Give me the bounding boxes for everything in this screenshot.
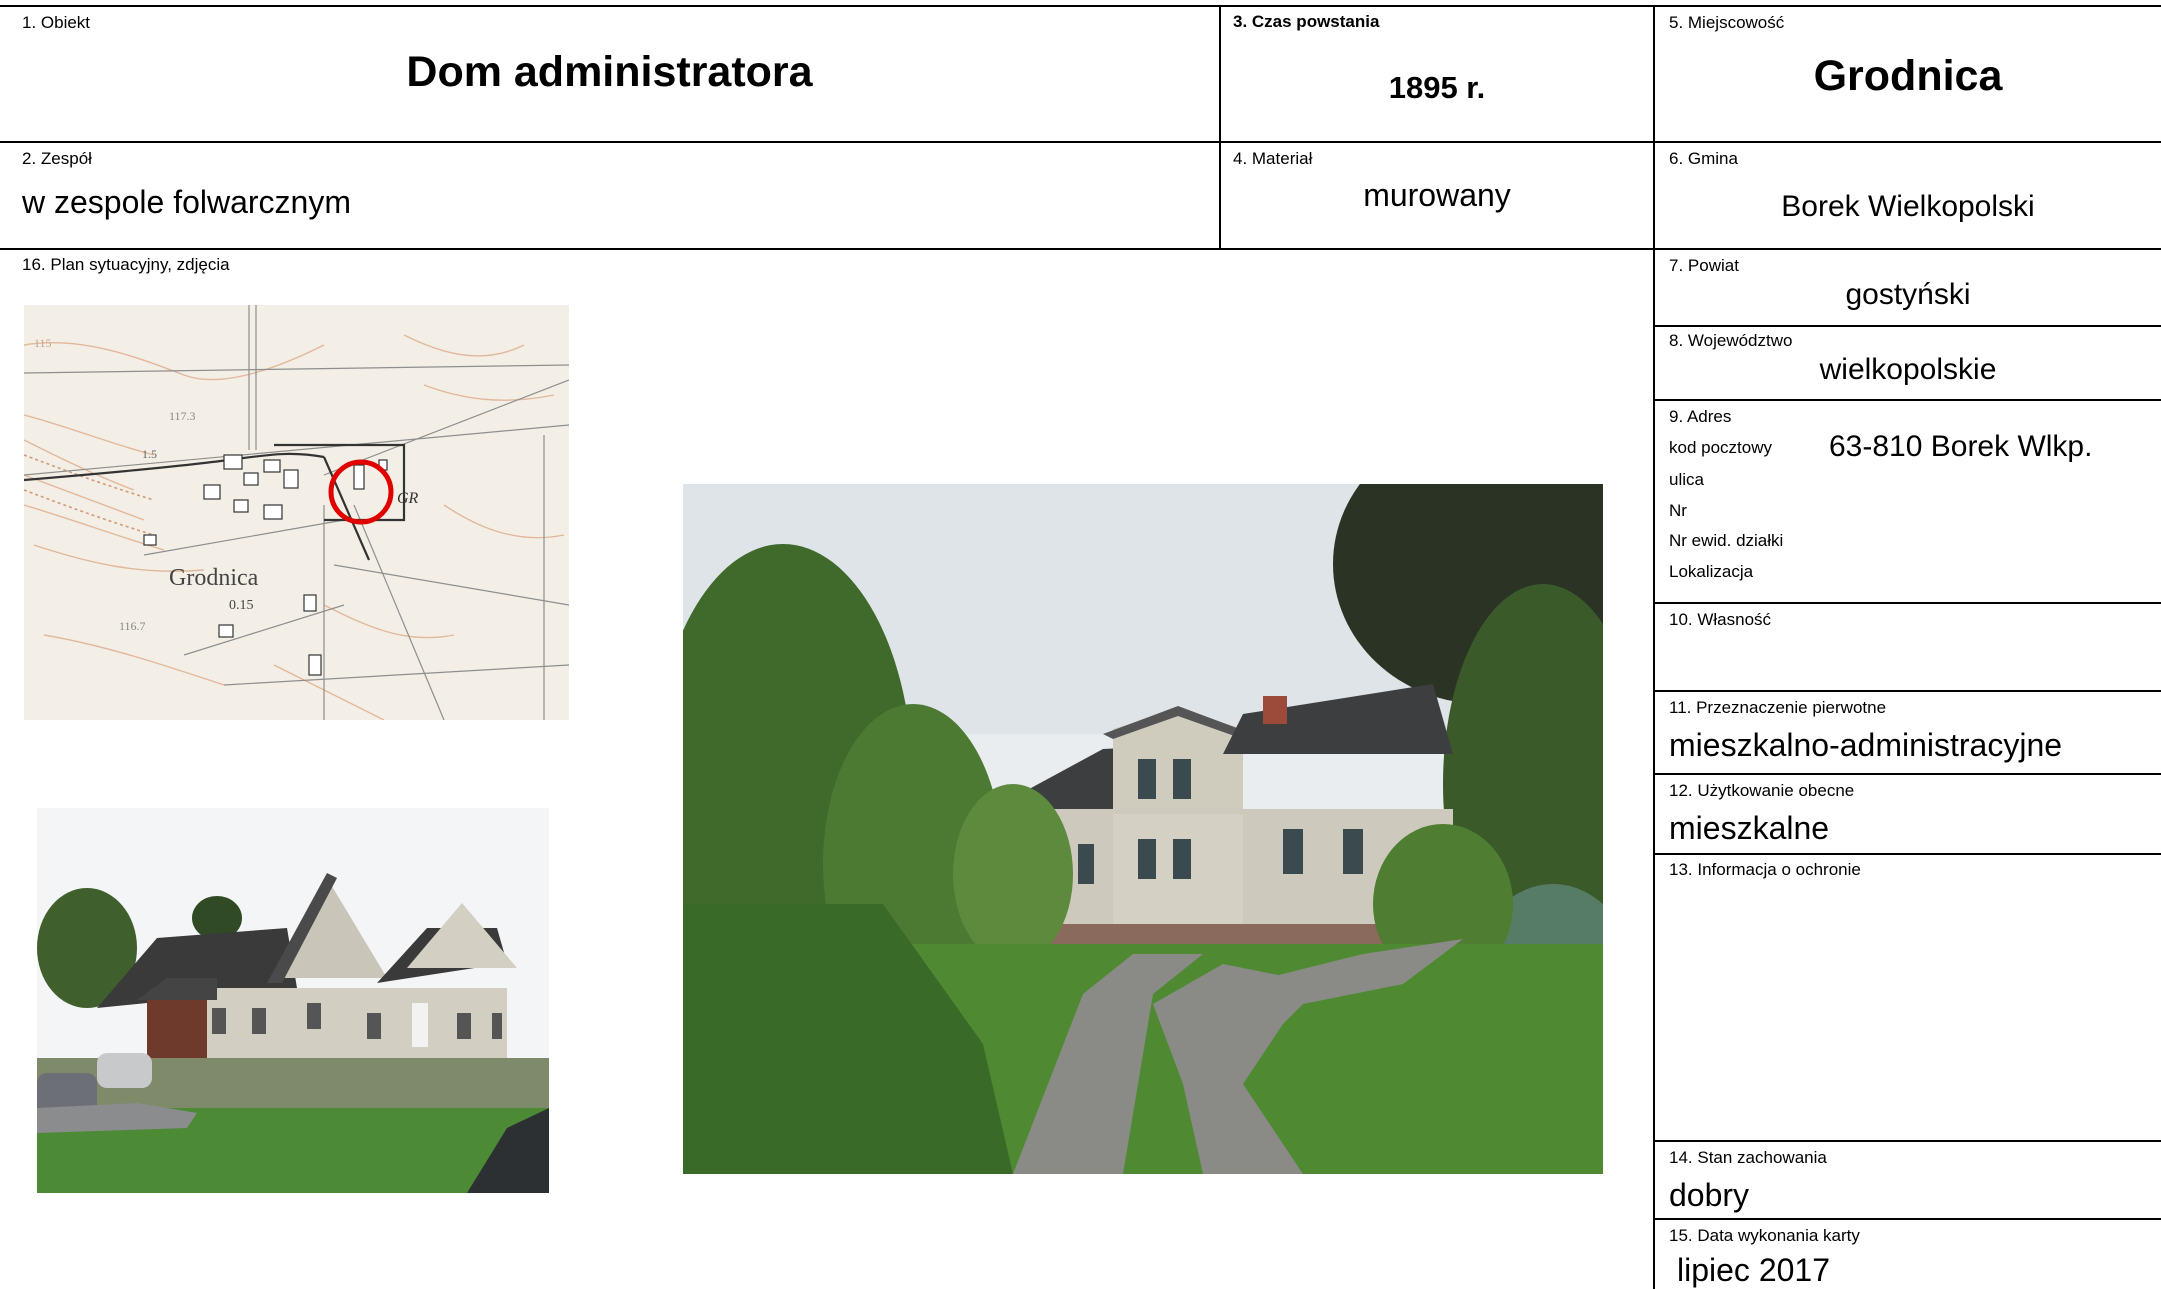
map-drawing: Grodnica 0.15 117.3 116.7 115 1.5 GR [24, 305, 569, 720]
right-divider-przezn [1653, 773, 2161, 775]
photo-small-house [37, 808, 549, 1193]
gmina-label: 6. Gmina [1669, 149, 1738, 168]
kod-value: 63-810 Borek Wlkp. [1829, 430, 2093, 463]
dzialki-label: Nr ewid. działki [1669, 531, 1784, 550]
miejscowosc-label: 5. Miejscowość [1669, 13, 1785, 32]
data-value: lipiec 2017 [1677, 1252, 1830, 1288]
powiat-value: gostyński [1845, 278, 1971, 311]
ochrona-label: 13. Informacja o ochronie [1669, 860, 1861, 879]
czas-value: 1895 r. [1388, 70, 1486, 105]
data-label: 15. Data wykonania karty [1669, 1226, 1860, 1245]
map-place-label: Grodnica [169, 565, 259, 591]
right-divider-uzytk [1653, 853, 2161, 855]
przeznaczenie-label: 11. Przeznaczenie pierwotne [1669, 698, 1887, 717]
stan-value: dobry [1669, 1177, 1750, 1213]
material-label: 4. Materiał [1233, 149, 1313, 168]
map-elev-3: 115 [34, 336, 52, 350]
map-number-label: 0.15 [229, 598, 254, 613]
powiat-label: 7. Powiat [1669, 256, 1739, 275]
right-divider-powiat [1653, 325, 2161, 327]
kod-label: kod pocztowy [1669, 438, 1772, 457]
zespol-label: 2. Zespół [22, 149, 92, 168]
wlasnosc-label: 10. Własność [1669, 610, 1772, 629]
top-border [0, 5, 2161, 7]
map-elev-1: 117.3 [169, 409, 196, 423]
situation-map: Grodnica 0.15 117.3 116.7 115 1.5 GR [24, 305, 569, 720]
lokalizacja-label: Lokalizacja [1669, 562, 1754, 581]
small-photo-drawing [37, 808, 549, 1193]
obiekt-value: Dom administratora [406, 48, 813, 96]
photo-large-house [683, 484, 1603, 1174]
right-divider-woj [1653, 399, 2161, 401]
zespol-value: w zespole folwarcznym [22, 184, 351, 220]
nr-label: Nr [1669, 501, 1687, 520]
ulica-label: ulica [1669, 470, 1704, 489]
czas-label: 3. Czas powstania [1233, 12, 1380, 31]
wojewodztwo-value: wielkopolskie [1819, 353, 1997, 386]
obiekt-label: 1. Obiekt [22, 13, 91, 32]
row1-divider [0, 141, 2161, 143]
right-divider-wlasnosc [1653, 690, 2161, 692]
stan-label: 14. Stan zachowania [1669, 1148, 1827, 1167]
uzytkowanie-label: 12. Użytkowanie obecne [1669, 781, 1855, 800]
map-gr-label: GR [397, 490, 419, 507]
przeznaczenie-value: mieszkalno-administracyjne [1669, 727, 2063, 763]
plan-label: 16. Plan sytuacyjny, zdjęcia [22, 255, 230, 274]
miejscowosc-value: Grodnica [1813, 52, 2003, 100]
adres-label: 9. Adres [1669, 407, 1732, 426]
row2-divider [0, 248, 2161, 250]
right-divider-stan [1653, 1218, 2161, 1220]
gmina-value: Borek Wielkopolski [1781, 190, 2035, 223]
map-elev-4: 1.5 [142, 447, 157, 461]
right-divider-ochrona [1653, 1140, 2161, 1142]
material-value: murowany [1363, 177, 1511, 213]
map-elev-2: 116.7 [119, 619, 146, 633]
right-divider-adres [1653, 602, 2161, 604]
uzytkowanie-value: mieszkalne [1669, 810, 1830, 846]
large-photo-drawing [683, 484, 1603, 1174]
wojewodztwo-label: 8. Województwo [1669, 331, 1793, 350]
